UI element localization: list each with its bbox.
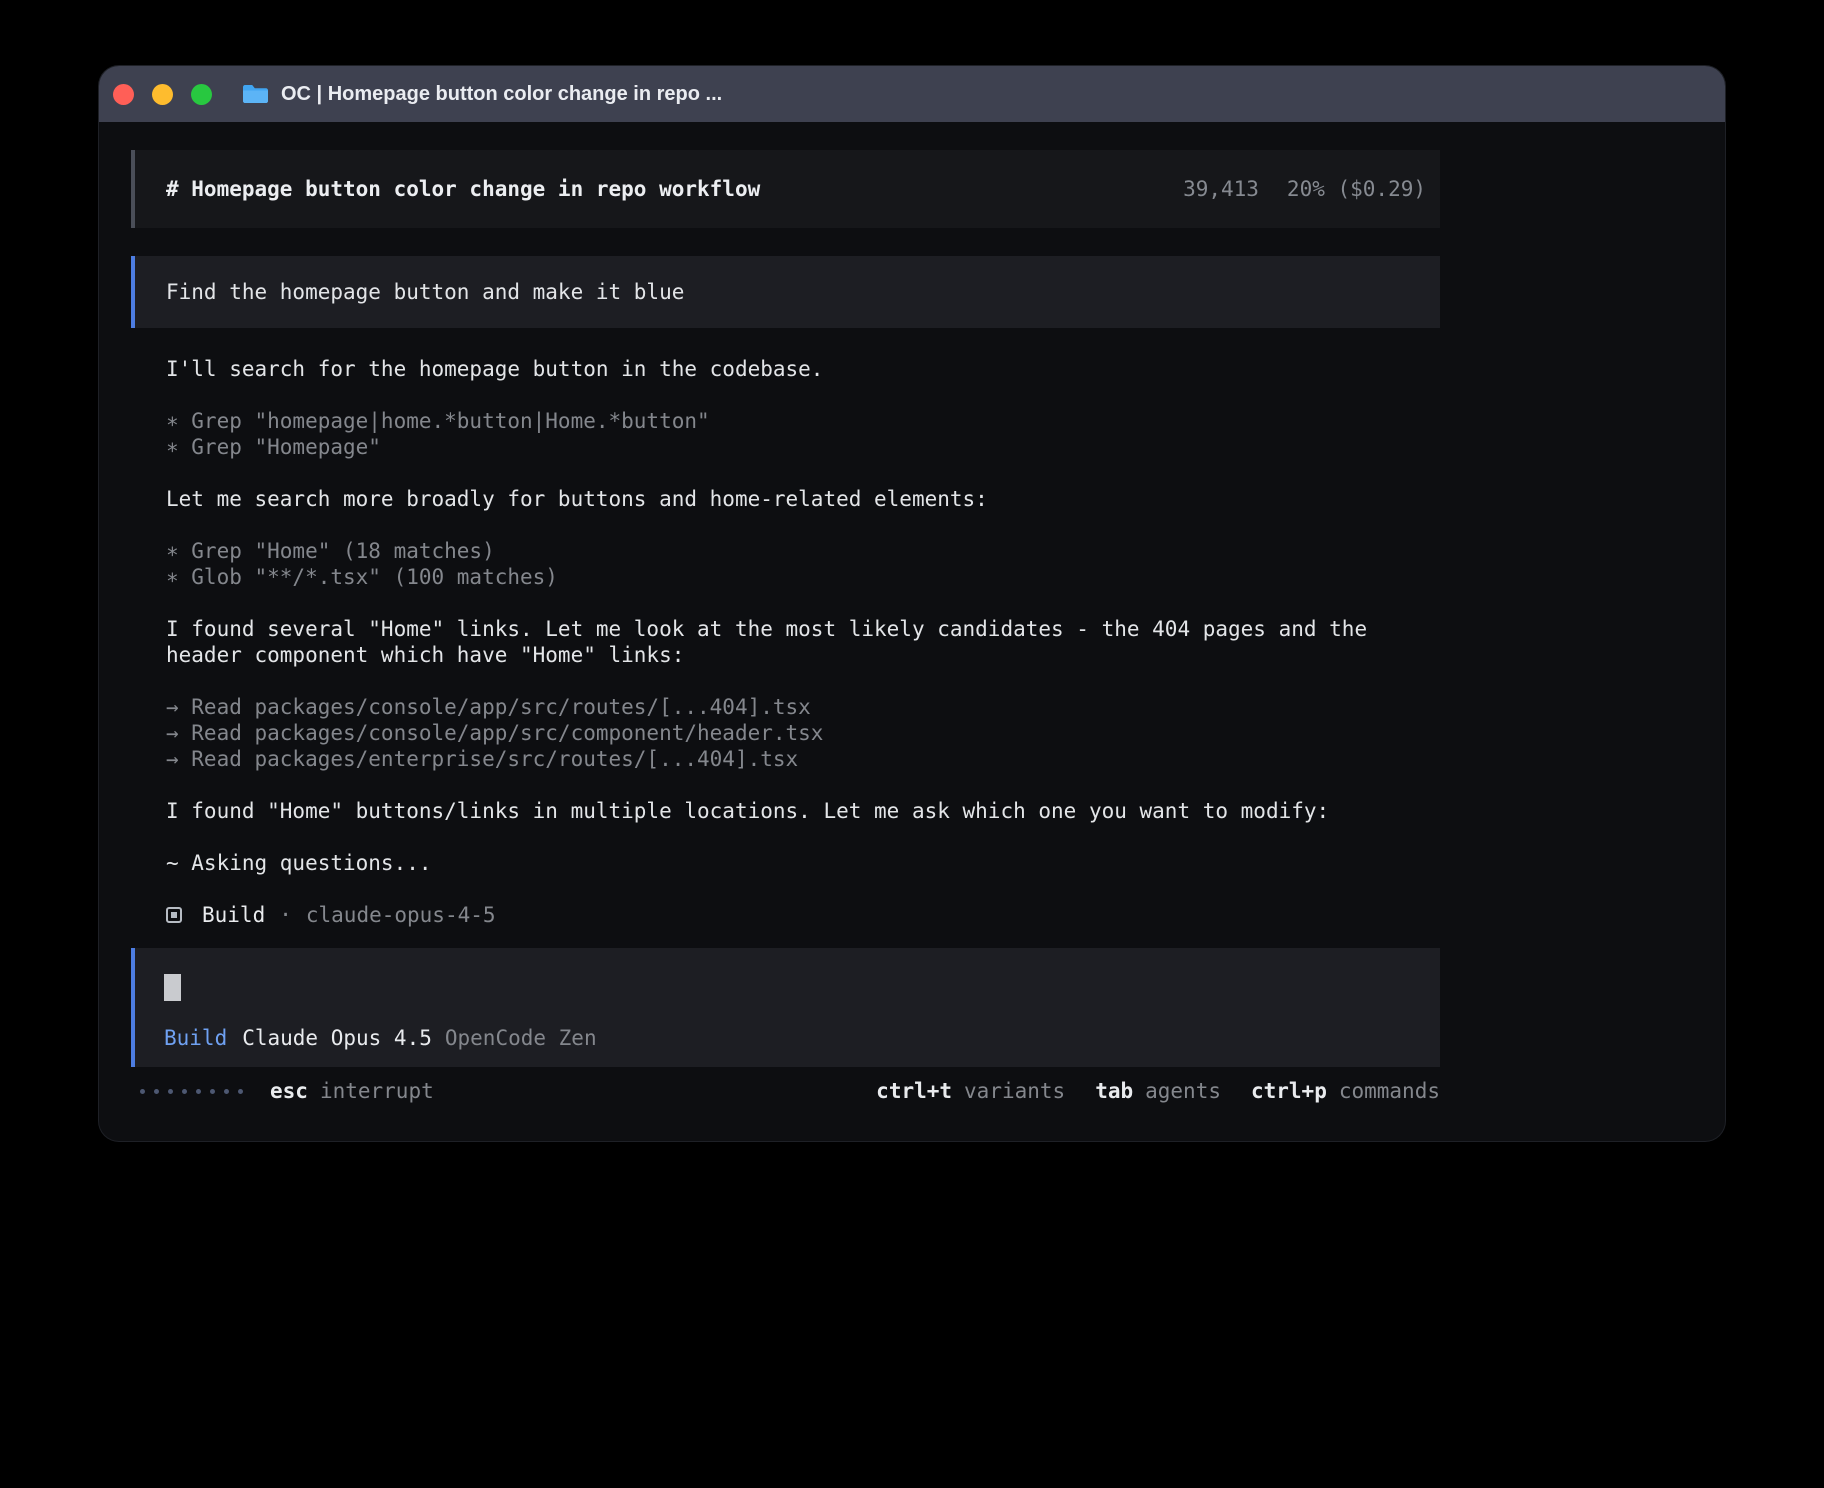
tool-call-read: → Read packages/enterprise/src/routes/[.… <box>166 746 1440 772</box>
assistant-text: Let me search more broadly for buttons a… <box>166 486 1440 512</box>
folder-icon <box>242 83 269 105</box>
agent-model: claude-opus-4-5 <box>306 902 496 928</box>
assistant-text: I'll search for the homepage button in t… <box>166 356 1440 382</box>
esc-key: esc <box>270 1078 308 1104</box>
agent-part-icon <box>166 907 182 923</box>
user-message: Find the homepage button and make it blu… <box>131 256 1440 328</box>
variants-hint: ctrl+t variants <box>876 1078 1065 1104</box>
commands-hint: ctrl+p commands <box>1251 1078 1440 1104</box>
tool-call-grep: ∗ Grep "Homepage" <box>166 434 1440 460</box>
minimize-button[interactable] <box>152 84 173 105</box>
tool-call-glob: ∗ Glob "**/*.tsx" (100 matches) <box>166 564 1440 590</box>
commands-label: commands <box>1339 1078 1440 1104</box>
tool-call-grep: ∗ Grep "Home" (18 matches) <box>166 538 1440 564</box>
terminal-window: OC | Homepage button color change in rep… <box>99 66 1725 1141</box>
ctrl-t-key: ctrl+t <box>876 1078 952 1104</box>
session-title: # Homepage button color change in repo w… <box>166 176 760 202</box>
interrupt-hint: esc interrupt <box>270 1078 434 1104</box>
user-message-text: Find the homepage button and make it blu… <box>166 280 684 304</box>
tool-call-read: → Read packages/console/app/src/componen… <box>166 720 1440 746</box>
ctrl-p-key: ctrl+p <box>1251 1078 1327 1104</box>
window-title: OC | Homepage button color change in rep… <box>281 83 722 106</box>
working-status: ~ Asking questions... <box>166 850 1440 876</box>
zoom-button[interactable] <box>191 84 212 105</box>
tool-call-read: → Read packages/console/app/src/routes/[… <box>166 694 1440 720</box>
tab-key: tab <box>1095 1078 1133 1104</box>
session-header: # Homepage button color change in repo w… <box>131 150 1440 228</box>
agents-hint: tab agents <box>1095 1078 1221 1104</box>
text-cursor <box>164 974 181 1001</box>
window-titlebar[interactable]: OC | Homepage button color change in rep… <box>99 66 1725 122</box>
spinner-dots <box>140 1089 243 1094</box>
input-meta-row: Build Claude Opus 4.5 OpenCode Zen <box>164 1025 1409 1051</box>
token-count: 39,413 <box>1183 176 1259 202</box>
provider-label: OpenCode Zen <box>445 1025 597 1051</box>
context-usage: 20% ($0.29) <box>1287 176 1426 202</box>
session-stats: 39,413 20% ($0.29) <box>1183 176 1426 202</box>
agent-status-row: Build · claude-opus-4-5 <box>166 902 1440 928</box>
traffic-lights <box>113 84 212 105</box>
interrupt-label: interrupt <box>320 1078 434 1104</box>
tool-call-grep: ∗ Grep "homepage|home.*button|Home.*butt… <box>166 408 1440 434</box>
agent-name: Build <box>202 902 265 928</box>
variants-label: variants <box>964 1078 1065 1104</box>
assistant-text: I found several "Home" links. Let me loo… <box>166 616 1440 668</box>
separator-dot: · <box>279 902 292 928</box>
conversation: I'll search for the homepage button in t… <box>131 356 1440 928</box>
keyboard-hints: ctrl+t variants tab agents ctrl+p comman… <box>876 1078 1440 1104</box>
model-label[interactable]: Claude Opus 4.5 <box>242 1025 432 1051</box>
close-button[interactable] <box>113 84 134 105</box>
prompt-input[interactable]: Build Claude Opus 4.5 OpenCode Zen <box>131 948 1440 1067</box>
agent-mode-label[interactable]: Build <box>164 1025 227 1051</box>
agents-label: agents <box>1145 1078 1221 1104</box>
assistant-text: I found "Home" buttons/links in multiple… <box>166 798 1440 824</box>
status-bar: esc interrupt ctrl+t variants tab agents… <box>131 1078 1440 1104</box>
